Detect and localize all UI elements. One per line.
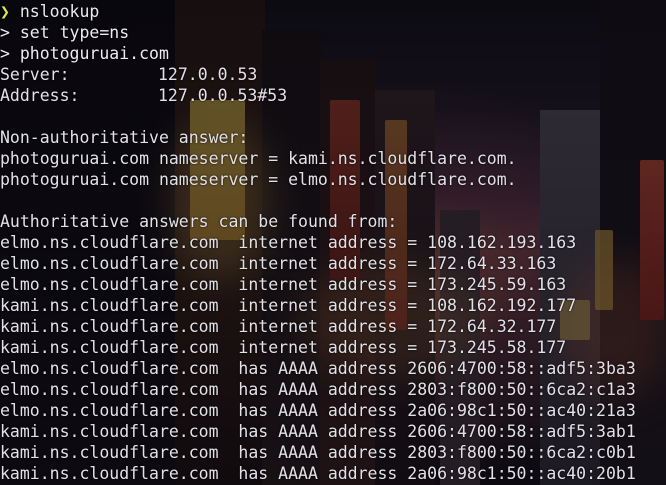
address-line: Address: 127.0.0.53#53 xyxy=(0,85,666,106)
address-record-line: elmo.ns.cloudflare.com internet address … xyxy=(0,275,567,294)
address-value: 127.0.0.53#53 xyxy=(158,86,288,105)
aaaa-record-line: kami.ns.cloudflare.com has AAAA address … xyxy=(0,464,636,483)
server-label: Server: xyxy=(0,65,70,84)
auth-header: Authoritative answers can be found from: xyxy=(0,212,398,231)
command-text: nslookup xyxy=(19,2,100,21)
aaaa-record-line: kami.ns.cloudflare.com has AAAA address … xyxy=(0,422,636,441)
aaaa-record-line: elmo.ns.cloudflare.com has AAAA address … xyxy=(0,401,636,420)
aaaa-record-line: elmo.ns.cloudflare.com has AAAA address … xyxy=(0,380,636,399)
non-auth-header: Non-authoritative answer: xyxy=(0,128,249,147)
address-record-line: kami.ns.cloudflare.com internet address … xyxy=(0,317,557,336)
input-prompt-symbol: > xyxy=(0,44,10,63)
address-record-line: elmo.ns.cloudflare.com internet address … xyxy=(0,254,557,273)
input-line: > photoguruai.com xyxy=(0,43,666,64)
aaaa-record-line: elmo.ns.cloudflare.com has AAAA address … xyxy=(0,359,636,378)
server-value: 127.0.0.53 xyxy=(158,65,258,84)
address-label: Address: xyxy=(0,86,80,105)
address-record-line: kami.ns.cloudflare.com internet address … xyxy=(0,338,567,357)
server-line: Server: 127.0.0.53 xyxy=(0,64,666,85)
input-prompt-symbol: > xyxy=(0,23,10,42)
terminal-window[interactable]: ❯ nslookup > set type=ns > photoguruai.c… xyxy=(0,0,666,485)
nameserver-line: photoguruai.com nameserver = elmo.ns.clo… xyxy=(0,170,517,189)
address-record-line: elmo.ns.cloudflare.com internet address … xyxy=(0,233,577,252)
address-record-line: kami.ns.cloudflare.com internet address … xyxy=(0,296,577,315)
input-line: > set type=ns xyxy=(0,22,666,43)
command-line: ❯ nslookup xyxy=(0,1,666,22)
prompt-arrow-icon: ❯ xyxy=(0,2,10,21)
aaaa-record-line: kami.ns.cloudflare.com has AAAA address … xyxy=(0,443,636,462)
terminal-output: ❯ nslookup > set type=ns > photoguruai.c… xyxy=(0,1,666,484)
input-text: photoguruai.com xyxy=(19,44,169,63)
nameserver-line: photoguruai.com nameserver = kami.ns.clo… xyxy=(0,149,517,168)
input-text: set type=ns xyxy=(19,23,130,42)
